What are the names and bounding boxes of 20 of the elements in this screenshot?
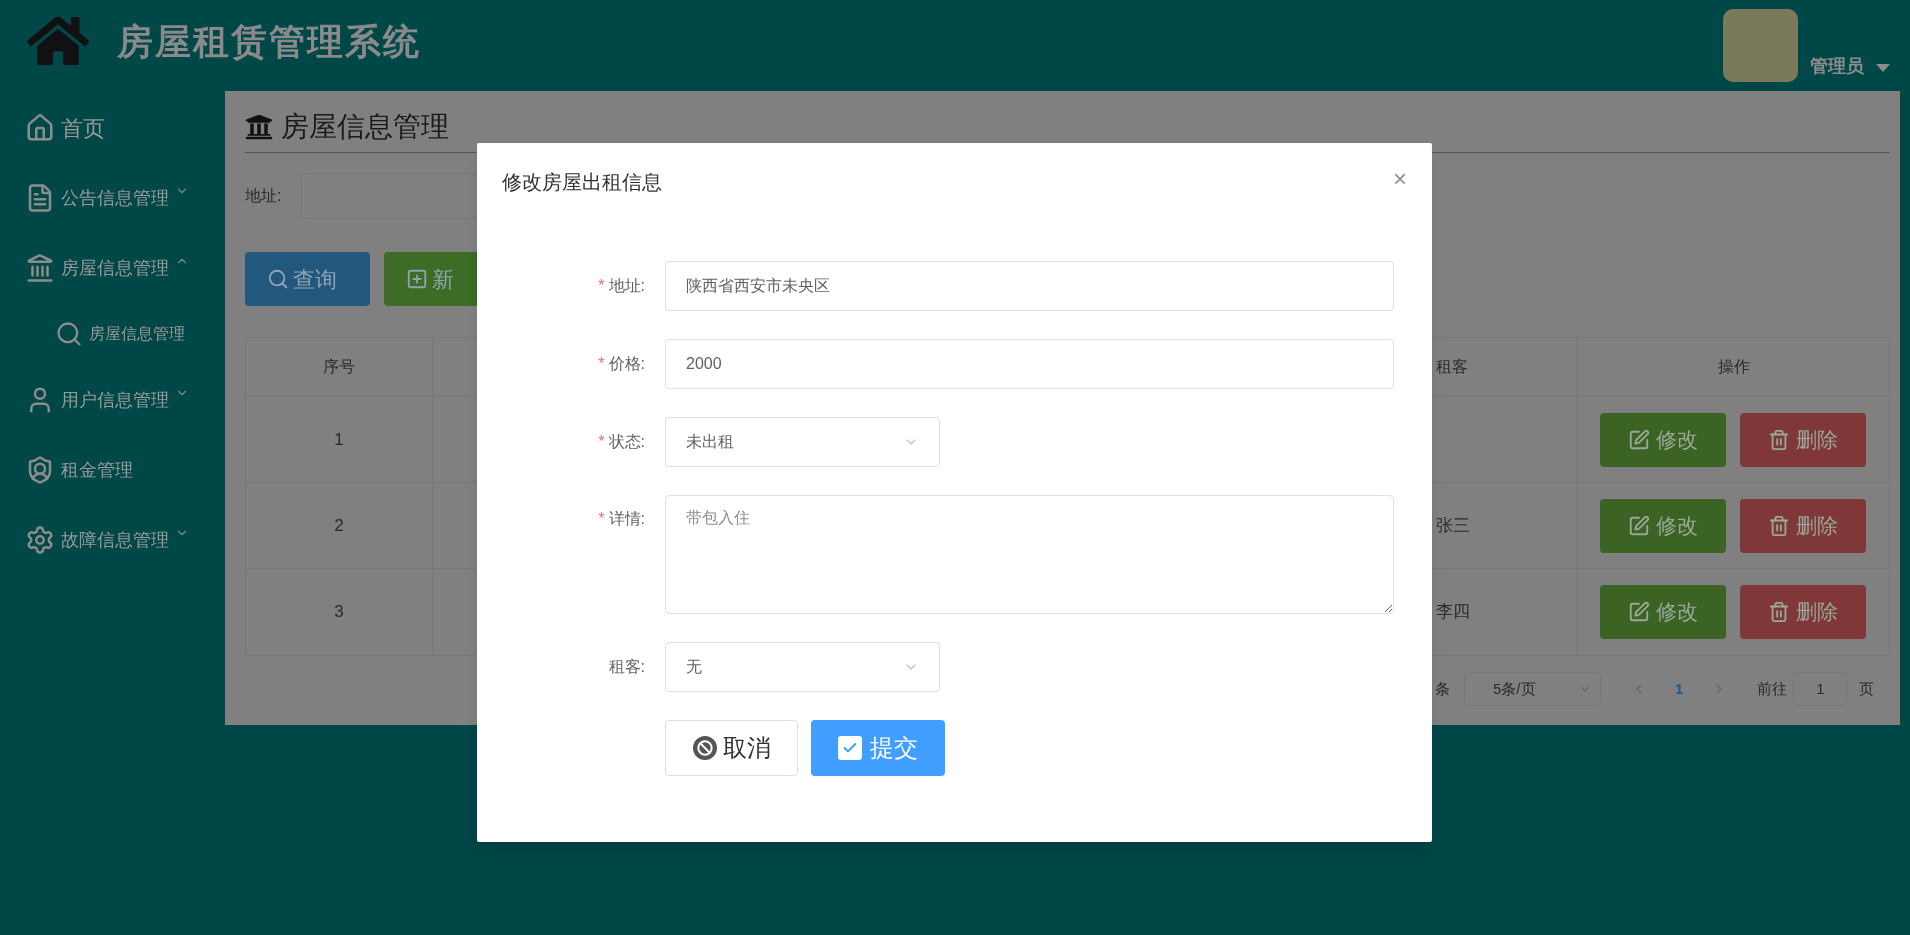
field-label: * 价格:: [598, 354, 645, 374]
column-header: 操作: [1717, 357, 1750, 377]
table-cell-text: 2: [334, 514, 344, 537]
field-label: * 详情:: [598, 509, 645, 529]
app-title: 房屋租赁管理系统: [117, 19, 421, 64]
goto-label: 前往: [1757, 678, 1788, 699]
address-label: 地址:: [245, 186, 282, 206]
table-cell-text: 3: [334, 601, 344, 624]
table-cell-text: 1: [334, 428, 344, 451]
total-count: 条: [1435, 678, 1450, 699]
dialog-title: 修改房屋出租信息: [502, 170, 662, 195]
page-title: 房屋信息管理: [281, 109, 449, 144]
table-cell-text: 李四: [1436, 601, 1470, 624]
column-header: 序号: [323, 357, 355, 377]
page-suffix: 页: [1859, 678, 1875, 699]
field-label: 租客:: [608, 657, 645, 677]
field-label: * 状态:: [598, 432, 645, 452]
table-cell-text: 张三: [1436, 514, 1470, 537]
column-header: 租客: [1436, 357, 1468, 377]
field-label: * 地址:: [598, 276, 645, 296]
